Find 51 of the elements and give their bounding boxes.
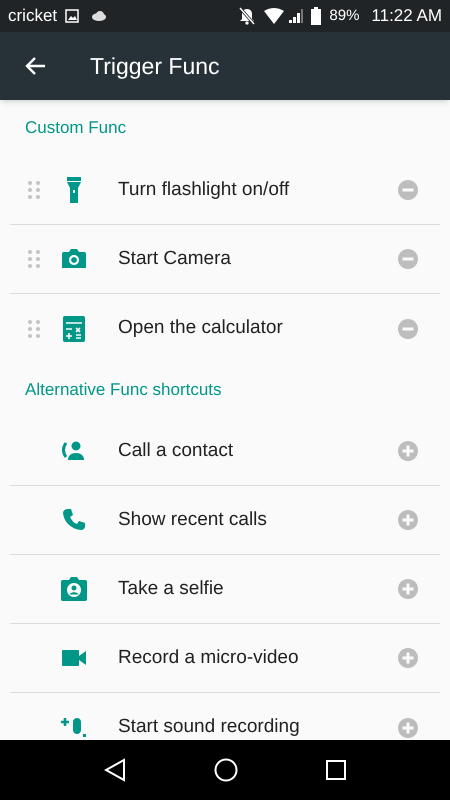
section-header: Alternative Func shortcuts bbox=[24, 379, 223, 402]
selfie-camera-icon bbox=[61, 577, 87, 601]
screen-title: Trigger Func bbox=[90, 52, 220, 81]
add-icon[interactable] bbox=[398, 579, 418, 599]
battery-percent: 89% bbox=[329, 6, 360, 26]
section-header: Custom Func bbox=[24, 117, 128, 140]
clock: 11:22 AM bbox=[371, 5, 442, 28]
item-label: Show recent calls bbox=[118, 508, 268, 532]
add-icon[interactable] bbox=[398, 441, 418, 461]
bell-muted-icon bbox=[239, 7, 256, 25]
phone-icon bbox=[62, 508, 86, 532]
add-icon[interactable] bbox=[398, 510, 418, 530]
item-label: Turn flashlight on/off bbox=[118, 178, 290, 202]
remove-icon[interactable] bbox=[398, 180, 418, 200]
add-icon[interactable] bbox=[398, 718, 418, 738]
wifi-icon bbox=[263, 8, 286, 24]
item-label: Call a contact bbox=[118, 438, 234, 463]
drag-handle-icon[interactable] bbox=[28, 320, 40, 338]
list-item[interactable]: Open the calculator bbox=[10, 294, 440, 363]
home-nav-icon[interactable] bbox=[214, 758, 238, 782]
signal-icon bbox=[289, 9, 304, 23]
add-microphone-icon bbox=[61, 716, 87, 740]
image-icon bbox=[65, 9, 80, 23]
list-item[interactable]: Call a contact bbox=[10, 417, 440, 486]
list-item[interactable]: Turn flashlight on/off bbox=[10, 156, 440, 225]
remove-icon[interactable] bbox=[398, 249, 418, 269]
camera-icon bbox=[62, 248, 86, 270]
cloud-icon bbox=[91, 11, 108, 21]
drag-handle-icon[interactable] bbox=[28, 181, 40, 199]
calculator-icon bbox=[63, 316, 85, 342]
carrier-name: cricket bbox=[8, 5, 58, 28]
recents-nav-icon[interactable] bbox=[326, 760, 346, 780]
list-item[interactable]: Take a selfie bbox=[10, 555, 440, 624]
list-item[interactable]: Show recent calls bbox=[10, 486, 440, 555]
video-camera-icon bbox=[62, 650, 86, 666]
item-label: Take a selfie bbox=[118, 576, 225, 601]
drag-handle-icon[interactable] bbox=[28, 250, 40, 268]
add-icon[interactable] bbox=[398, 648, 418, 668]
item-label: Open the calculator bbox=[118, 316, 284, 340]
back-nav-icon[interactable] bbox=[104, 758, 126, 782]
battery-icon bbox=[311, 7, 322, 25]
item-label: Start sound recording bbox=[118, 715, 301, 740]
flashlight-icon bbox=[67, 177, 81, 203]
remove-icon[interactable] bbox=[398, 318, 418, 338]
list-item[interactable]: Start Camera bbox=[10, 225, 440, 294]
list-item[interactable]: Start sound recording bbox=[10, 693, 440, 740]
back-arrow-icon bbox=[24, 56, 46, 76]
item-label: Record a micro-video bbox=[118, 646, 300, 670]
list-item[interactable]: Record a micro-video bbox=[10, 624, 440, 693]
item-label: Start Camera bbox=[118, 246, 232, 271]
contact-call-icon bbox=[62, 441, 86, 461]
